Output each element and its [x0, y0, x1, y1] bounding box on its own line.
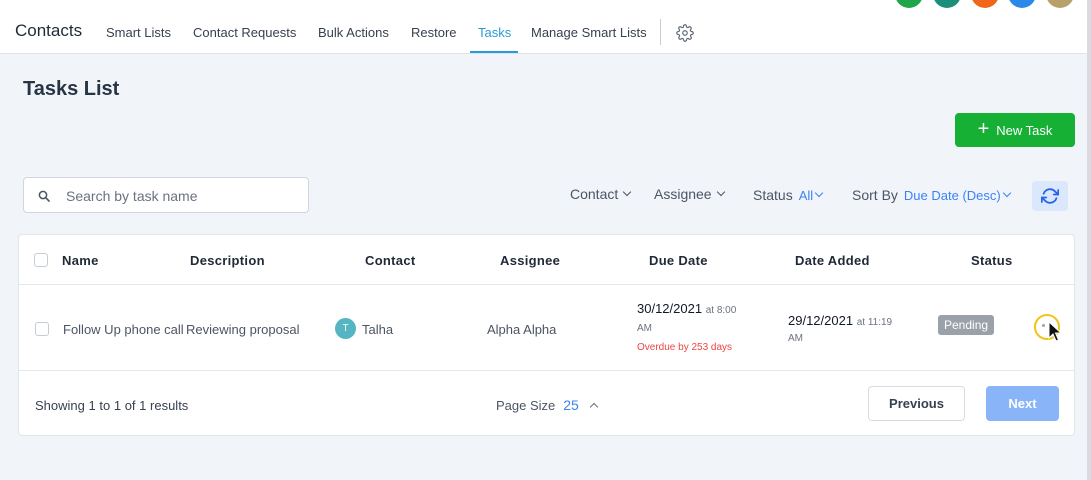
avatar[interactable] — [895, 0, 923, 8]
added-time-ampm: AM — [788, 333, 803, 344]
showing-prefix: Showing — [35, 398, 85, 413]
page-size-value: 25 — [563, 397, 579, 413]
due-date-cell: 30/12/2021 at 8:00 — [637, 301, 736, 316]
tab-tasks[interactable]: Tasks — [478, 25, 511, 40]
chevron-down-icon — [1002, 188, 1011, 198]
window-edge — [1087, 0, 1091, 480]
tab-contact-requests[interactable]: Contact Requests — [193, 25, 296, 40]
previous-button[interactable]: Previous — [868, 386, 965, 421]
tasks-table: Name Description Contact Assignee Due Da… — [18, 234, 1075, 436]
task-assignee: Alpha Alpha — [487, 322, 557, 337]
mouse-cursor-icon — [1048, 321, 1062, 342]
date-added-cell: 29/12/2021 at 11:19 — [788, 313, 892, 328]
column-header-contact[interactable]: Contact — [365, 253, 416, 268]
assignee-filter-label: Assignee — [654, 186, 712, 202]
nav-divider — [660, 19, 661, 45]
search-icon — [38, 190, 50, 202]
top-nav: Contacts Smart Lists Contact Requests Bu… — [0, 0, 1087, 54]
plus-icon: + — [977, 118, 990, 140]
sort-by-label: Sort By — [852, 187, 898, 203]
brand-title: Contacts — [15, 21, 83, 40]
row-checkbox[interactable] — [35, 322, 49, 336]
tab-bulk-actions[interactable]: Bulk Actions — [318, 25, 389, 40]
status-badge: Pending — [938, 315, 995, 335]
page-size-label: Page Size — [496, 397, 556, 413]
avatar[interactable] — [971, 0, 999, 8]
showing-of-word: of — [124, 398, 136, 413]
chevron-up-icon — [589, 402, 599, 411]
tab-smart-lists[interactable]: Smart Lists — [106, 25, 171, 40]
status-filter-label: Status — [753, 187, 793, 203]
task-contact[interactable]: Talha — [362, 322, 393, 337]
showing-to-word: to — [99, 398, 111, 413]
contact-filter-label: Contact — [570, 186, 619, 202]
active-tab-indicator — [470, 51, 518, 53]
gear-icon[interactable] — [676, 24, 694, 42]
next-button[interactable]: Next — [986, 386, 1059, 421]
column-header-date-added[interactable]: Date Added — [795, 253, 870, 268]
table-header: Name Description Contact Assignee Due Da… — [19, 235, 1074, 285]
status-filter[interactable]: Status All — [753, 187, 824, 203]
dot-icon — [1042, 324, 1045, 327]
avatar[interactable] — [1046, 0, 1074, 8]
column-header-due-date[interactable]: Due Date — [649, 253, 708, 268]
avatar[interactable] — [1008, 0, 1036, 8]
assignee-filter[interactable]: Assignee — [654, 186, 725, 202]
column-header-assignee[interactable]: Assignee — [500, 253, 560, 268]
search-box — [23, 177, 309, 213]
column-header-name[interactable]: Name — [62, 253, 99, 268]
results-summary: Showing 1 to 1 of 1 results — [35, 398, 188, 413]
tab-restore[interactable]: Restore — [411, 25, 457, 40]
task-name[interactable]: Follow Up phone call — [63, 322, 184, 337]
search-input[interactable] — [66, 186, 296, 206]
contact-avatar: T — [335, 318, 356, 339]
due-date: 30/12/2021 — [637, 301, 703, 316]
refresh-icon — [1041, 188, 1059, 204]
refresh-button[interactable] — [1032, 181, 1068, 211]
new-task-label: New Task — [996, 122, 1053, 138]
sort-by-filter[interactable]: Sort By Due Date (Desc) — [852, 187, 1011, 203]
new-task-button[interactable]: + New Task — [955, 113, 1075, 147]
sort-by-value: Due Date (Desc) — [903, 187, 1001, 203]
select-all-checkbox[interactable] — [34, 253, 48, 267]
avatar[interactable] — [933, 0, 961, 8]
column-header-description[interactable]: Description — [190, 253, 265, 268]
chevron-down-icon — [716, 187, 725, 197]
results-to: 1 — [113, 398, 122, 413]
table-footer: Showing 1 to 1 of 1 results Page Size 25… — [19, 371, 1074, 437]
page-size-selector[interactable]: Page Size 25 — [496, 397, 599, 413]
status-filter-value: All — [798, 187, 814, 203]
tab-manage-smart-lists[interactable]: Manage Smart Lists — [531, 25, 647, 40]
showing-results-word: results — [150, 398, 189, 413]
added-time: at 11:19 — [856, 317, 893, 328]
overdue-text: Overdue by 253 days — [637, 342, 733, 353]
column-header-status[interactable]: Status — [971, 253, 1013, 268]
date-added: 29/12/2021 — [788, 313, 854, 328]
page-title: Tasks List — [23, 78, 120, 100]
contact-filter[interactable]: Contact — [570, 186, 632, 202]
table-row[interactable]: Follow Up phone call Reviewing proposal … — [19, 285, 1074, 371]
results-from: 1 — [88, 398, 96, 413]
results-total: 1 — [139, 398, 147, 413]
due-time: at 8:00 — [705, 305, 737, 316]
chevron-down-icon — [814, 188, 824, 198]
task-description: Reviewing proposal — [186, 322, 300, 337]
due-time-ampm: AM — [637, 323, 652, 334]
chevron-down-icon — [623, 187, 632, 197]
